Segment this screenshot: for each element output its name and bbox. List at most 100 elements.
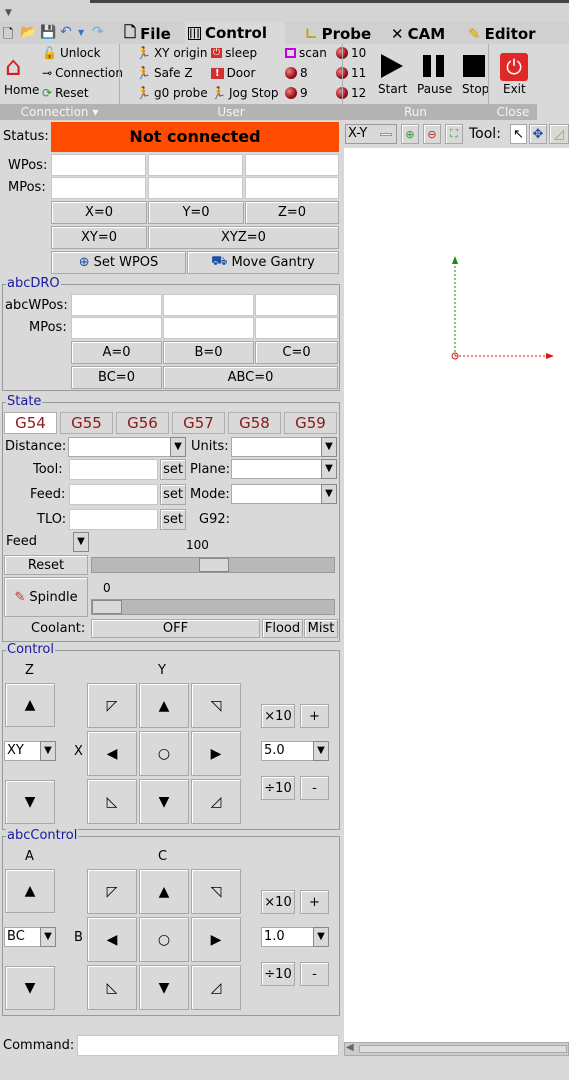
undo-icon[interactable]: ↶ (60, 24, 72, 40)
sleep-button[interactable]: ⏻ sleep (211, 46, 257, 60)
mode-select[interactable]: ▼ (231, 484, 337, 504)
b-zero-button[interactable]: B=0 (163, 341, 254, 364)
set-wpos-button[interactable]: ⊕ Set WPOS (51, 251, 186, 274)
view-select[interactable]: X-Y (345, 124, 397, 144)
jog-down-left-button[interactable]: ◺ (87, 779, 137, 824)
fit-icon[interactable]: ⛶ (445, 124, 463, 144)
c-zero-button[interactable]: C=0 (255, 341, 338, 364)
a-zero-button[interactable]: A=0 (71, 341, 162, 364)
tlo-set-button[interactable]: set (160, 509, 186, 530)
tab-g58[interactable]: G58 (228, 412, 281, 434)
abc-zero-button[interactable]: ABC=0 (163, 366, 338, 389)
tab-g59[interactable]: G59 (284, 412, 337, 434)
units-select[interactable]: ▼ (231, 437, 337, 457)
select-tool-icon[interactable]: ↖ (510, 124, 527, 144)
z-zero-button[interactable]: Z=0 (245, 201, 339, 224)
stop-button[interactable]: Stop (460, 52, 490, 102)
save-icon[interactable]: 💾 (40, 25, 56, 40)
abc-jog-left-button[interactable]: ◀ (87, 917, 137, 962)
abc-step-minus-button[interactable]: - (300, 962, 329, 986)
safe-z-button[interactable]: 🏃 Safe Z (136, 66, 193, 80)
abc-plane-select[interactable]: BC ▼ (4, 927, 56, 947)
abc-jog-home-button[interactable]: ○ (139, 917, 189, 962)
pan-tool-icon[interactable]: ✥ (529, 124, 547, 144)
bc-zero-button[interactable]: BC=0 (71, 366, 162, 389)
open-icon[interactable]: 📂 (20, 25, 36, 40)
door-button[interactable]: ! Door (211, 66, 255, 80)
step-div10-button[interactable]: ÷10 (261, 776, 295, 800)
y-zero-button[interactable]: Y=0 (148, 201, 244, 224)
wpos-x-field[interactable] (51, 154, 146, 176)
tab-probe[interactable]: ∟ Probe (305, 24, 371, 44)
step-plus-button[interactable]: + (300, 704, 329, 728)
abc-jog-down-left-axis-button[interactable]: ▼ (5, 966, 55, 1010)
abc-jog-right-button[interactable]: ▶ (191, 917, 241, 962)
abc-jog-down-right-button[interactable]: ◿ (191, 965, 241, 1010)
tab-file[interactable]: 🗋 File (124, 23, 171, 44)
gcode-canvas[interactable] (344, 148, 569, 1042)
abc-jog-up-right-button[interactable]: ◹ (191, 869, 241, 914)
tab-editor[interactable]: ✎ Editor (468, 24, 536, 44)
jog-down-button[interactable]: ▼ (139, 779, 189, 824)
distance-select[interactable]: ▼ (68, 437, 186, 457)
g0-probe-button[interactable]: 🏃 g0 probe (136, 86, 208, 100)
move-gantry-button[interactable]: ⛟ Move Gantry (187, 251, 339, 274)
user-button-11[interactable]: 11 (336, 66, 366, 80)
jog-left-button[interactable]: ◀ (87, 731, 137, 776)
abc-step-x10-button[interactable]: ×10 (261, 890, 295, 914)
command-input[interactable] (77, 1035, 339, 1056)
step-minus-button[interactable]: - (300, 776, 329, 800)
plane-select[interactable]: ▼ (231, 459, 337, 479)
wpos-z-field[interactable] (245, 154, 339, 176)
wpos-c-field[interactable] (255, 294, 338, 316)
spindle-button[interactable]: ✎ Spindle (4, 577, 88, 617)
jog-right-button[interactable]: ▶ (191, 731, 241, 776)
user-button-12[interactable]: 12 (336, 86, 366, 100)
jog-up-button[interactable]: ▲ (139, 683, 189, 728)
zoom-in-icon[interactable]: ⊕ (401, 124, 419, 144)
tlo-field[interactable] (69, 509, 158, 530)
xy-origin-button[interactable]: 🏃 XY origin (136, 46, 207, 60)
feed-field[interactable] (69, 484, 158, 505)
jog-up-left-button[interactable]: ◸ (87, 683, 137, 728)
slider-thumb[interactable] (199, 558, 229, 572)
wpos-y-field[interactable] (148, 154, 243, 176)
tab-g55[interactable]: G55 (60, 412, 113, 434)
tool-set-button[interactable]: set (160, 459, 186, 480)
tab-g54[interactable]: G54 (4, 412, 57, 434)
jog-up-left-axis-button[interactable]: ▲ (5, 683, 55, 727)
group-connection[interactable]: Connection ▾ (0, 104, 119, 120)
start-button[interactable]: Start (375, 52, 415, 102)
tab-control[interactable]: ||| Control (185, 22, 285, 44)
flood-button[interactable]: Flood (262, 619, 303, 638)
home-button[interactable]: ⌂ Home (0, 44, 42, 100)
abc-jog-up-left-axis-button[interactable]: ▲ (5, 869, 55, 913)
scrollbar-thumb[interactable] (359, 1045, 567, 1053)
abc-jog-down-left-button[interactable]: ◺ (87, 965, 137, 1010)
feed-override-slider[interactable] (91, 557, 335, 573)
tool-field[interactable] (69, 459, 158, 480)
jog-up-right-button[interactable]: ◹ (191, 683, 241, 728)
jog-down-right-button[interactable]: ◿ (191, 779, 241, 824)
coolant-off-button[interactable]: OFF (91, 619, 260, 638)
unlock-button[interactable]: 🔓 Unlock (42, 46, 101, 60)
ruler-tool-icon[interactable]: ◿ (549, 124, 569, 144)
xyz-zero-button[interactable]: XYZ=0 (148, 226, 339, 249)
tab-cam[interactable]: ✕ CAM (391, 24, 445, 44)
abc-jog-up-button[interactable]: ▲ (139, 869, 189, 914)
user-button-9[interactable]: 9 (285, 86, 308, 100)
abc-step-div10-button[interactable]: ÷10 (261, 962, 295, 986)
connection-button[interactable]: ⊸ Connection (42, 66, 123, 80)
scroll-left-icon[interactable]: ◀ (346, 1042, 354, 1053)
jog-down-left-axis-button[interactable]: ▼ (5, 780, 55, 824)
xy-zero-button[interactable]: XY=0 (51, 226, 147, 249)
feed-set-button[interactable]: set (160, 484, 186, 505)
menu-dropdown-icon[interactable]: ▼ (5, 8, 12, 18)
feed-override-select[interactable]: Feed ▼ (4, 532, 89, 553)
pause-button[interactable]: Pause (415, 52, 455, 102)
feed-reset-button[interactable]: Reset (4, 555, 88, 575)
mist-button[interactable]: Mist (304, 619, 338, 638)
scan-button[interactable]: scan (285, 46, 327, 60)
wpos-a-field[interactable] (71, 294, 162, 316)
horizontal-scrollbar[interactable]: ◀ (344, 1042, 569, 1056)
